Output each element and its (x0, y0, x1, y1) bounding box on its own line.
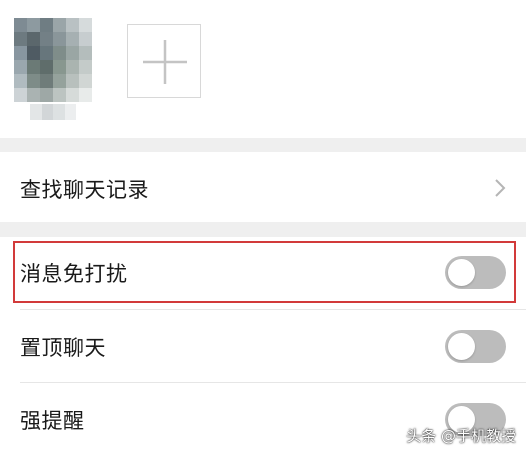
members-area (0, 0, 526, 138)
plus-icon (143, 40, 187, 84)
mute-label: 消息免打扰 (20, 262, 128, 286)
pin-chat-toggle[interactable] (445, 330, 506, 363)
chat-info-page: 查找聊天记录 消息免打扰 置顶聊天 强提醒 头条 @手机教授 (0, 0, 526, 456)
member-name-blurred (30, 104, 76, 120)
toggle-knob (448, 259, 475, 286)
toggle-knob (448, 333, 475, 360)
search-chat-history-label: 查找聊天记录 (20, 178, 149, 202)
section-separator (0, 138, 526, 152)
setting-row-pin: 置顶聊天 (0, 310, 526, 382)
add-member-button[interactable] (127, 24, 201, 98)
section-separator (0, 222, 526, 237)
pin-chat-label: 置顶聊天 (20, 336, 106, 360)
strong-reminder-label: 强提醒 (20, 409, 85, 433)
search-chat-history-row[interactable]: 查找聊天记录 (0, 152, 526, 222)
member-avatar[interactable] (14, 18, 92, 102)
settings-group: 消息免打扰 置顶聊天 强提醒 (0, 237, 526, 455)
setting-row-mute: 消息免打扰 (0, 237, 526, 309)
watermark: 头条 @手机教授 (406, 427, 516, 445)
mute-toggle[interactable] (445, 256, 506, 289)
chevron-right-icon (495, 179, 506, 197)
